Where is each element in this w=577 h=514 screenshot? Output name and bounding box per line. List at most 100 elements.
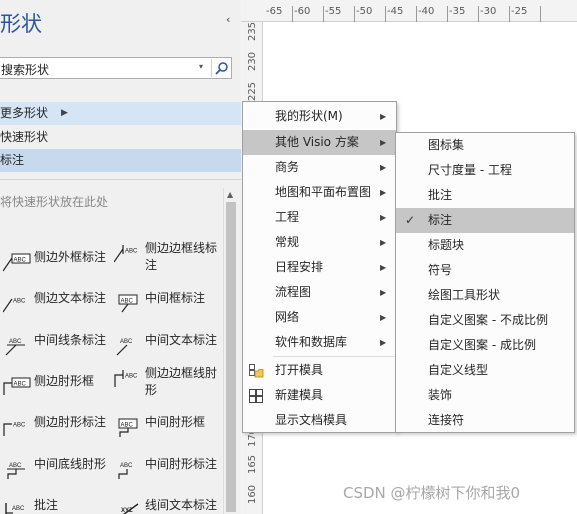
ruler-label: -55	[325, 6, 342, 17]
submenu-item-custom-patterns-scaled[interactable]: 自定义图案 - 成比例	[396, 333, 574, 358]
elbow-callout-icon: ABC	[114, 370, 138, 387]
submenu-item-connectors[interactable]: 连接符	[396, 408, 574, 433]
menu-item-network[interactable]: 网络 ▶	[243, 305, 396, 330]
submenu-item-drawing-tool-shapes[interactable]: 绘图工具形状	[396, 283, 574, 308]
search-dropdown-icon[interactable]: ▾	[199, 62, 203, 71]
ruler-label: -30	[480, 6, 497, 17]
stencil-shape-middle-text-callout[interactable]: ABC 中间文本标注	[114, 332, 224, 368]
submenu-arrow-icon: ▶	[380, 288, 387, 297]
submenu-item-custom-line-patterns[interactable]: 自定义线型	[396, 358, 574, 383]
ruler-label: 235	[247, 21, 259, 42]
menu-item-show-document-stencil[interactable]: 显示文档模具	[243, 408, 396, 433]
menu-item-business[interactable]: 商务 ▶	[243, 155, 396, 180]
stencil-row-callout[interactable]: 标注	[0, 149, 241, 172]
menu-item-schedule[interactable]: 日程安排 ▶	[243, 255, 396, 280]
horizontal-ruler: -65 -60 -55 -50 -45 -40 -35 -30 -25	[241, 0, 577, 22]
svg-text:ABC: ABC	[120, 463, 133, 469]
submenu-item-symbols[interactable]: 符号	[396, 258, 574, 283]
ruler-label: -65	[266, 6, 283, 17]
new-stencil-icon	[249, 389, 263, 403]
shapes-pane: 形状 ‹ 搜索形状 ▾ 更多形状 ▶ 快速形状 标注 将快速形状放在此处 ABC…	[0, 0, 241, 514]
stencil-shape-middle-line-callout[interactable]: ABC 中间线条标注	[3, 332, 113, 368]
scroll-up-icon[interactable]: ▲	[227, 190, 233, 199]
callout-shape-icon: ABC	[3, 253, 31, 272]
quick-shapes-label: 快速形状	[0, 130, 49, 144]
stencil-shape-middle-baseline-elbow[interactable]: ABC 中间底线肘形	[3, 456, 113, 492]
stencil-shape-label: 线间文本标注	[145, 498, 218, 512]
stencil-shape-annotation[interactable]: ABC 批注	[3, 497, 113, 514]
stencil-shape-label: 侧边边框线标注	[145, 241, 218, 272]
stencil-shape-middle-elbow-callout[interactable]: ABC 中间肘形标注	[114, 456, 224, 492]
stencil-shape-label: 侧边外框标注	[34, 250, 107, 264]
quick-shapes-drop-hint: 将快速形状放在此处	[0, 195, 109, 209]
stencil-shape-line-text-callout[interactable]: XYZ 线间文本标注	[114, 497, 224, 514]
svg-text:ABC: ABC	[12, 506, 25, 512]
callout-shape-icon: ABC	[3, 299, 26, 313]
stencil-shape-side-outer-callout[interactable]: ABC 侧边外框标注	[3, 249, 113, 285]
stencil-shape-side-elbow-callout[interactable]: ABC 侧边肘形标注	[3, 414, 113, 450]
elbow-callout-icon: ABC	[118, 463, 133, 479]
menu-item-other-visio-solutions[interactable]: 其他 Visio 方案 ▶	[243, 130, 396, 155]
elbow-callout-icon: ABC	[7, 463, 25, 479]
stencil-shape-side-elbow-box[interactable]: ABC 侧边肘形框	[3, 373, 113, 409]
callout-shape-icon: ABC	[5, 339, 25, 356]
ruler-label: 225	[247, 81, 259, 102]
stencil-shape-side-border-elbow[interactable]: ABC 侧边边框线肘形	[114, 365, 224, 401]
collapse-pane-icon[interactable]: ‹	[226, 13, 230, 26]
menu-item-my-shapes[interactable]: 我的形状(M) ▶	[243, 104, 396, 129]
ruler-label: -35	[449, 6, 466, 17]
stencil-row-label: 标注	[0, 153, 25, 167]
submenu-item-custom-patterns-unscaled[interactable]: 自定义图案 - 不成比例	[396, 308, 574, 333]
submenu-arrow-icon: ▶	[380, 163, 387, 172]
pane-divider	[0, 179, 241, 180]
stencil-shape-side-border-callout[interactable]: ABC 侧边边框线标注	[114, 240, 224, 276]
menu-item-general[interactable]: 常规 ▶	[243, 230, 396, 255]
stencil-shape-middle-box-callout[interactable]: ABC 中间框标注	[114, 290, 224, 326]
ruler-label: -50	[356, 6, 373, 17]
stencil-shape-label: 中间线条标注	[34, 333, 107, 347]
submenu-item-annotations[interactable]: 批注	[396, 183, 574, 208]
stencil-scrollbar[interactable]: ▲	[223, 188, 238, 514]
submenu-item-callouts[interactable]: ✓ 标注	[396, 208, 574, 233]
ruler-label: -40	[418, 6, 435, 17]
submenu-arrow-icon: ▶	[61, 108, 68, 118]
more-shapes-menu: 我的形状(M) ▶ 其他 Visio 方案 ▶ 商务 ▶ 地图和平面布置图 ▶ …	[242, 101, 397, 433]
submenu-item-dimensioning-engineering[interactable]: 尺寸度量 - 工程	[396, 158, 574, 183]
search-shapes-input[interactable]: 搜索形状 ▾	[0, 57, 232, 79]
ruler-label: 230	[247, 51, 259, 72]
search-button[interactable]	[211, 59, 230, 77]
submenu-arrow-icon: ▶	[380, 338, 387, 347]
stencil-shape-middle-elbow-box[interactable]: ABC 中间肘形框	[114, 414, 224, 450]
search-icon	[215, 62, 228, 75]
other-visio-solutions-submenu: 图标集 尺寸度量 - 工程 批注 ✓ 标注 标题块 符号 绘图工具形状 自定义图…	[395, 132, 575, 433]
callout-shape-icon: ABC	[114, 245, 138, 263]
scrollbar-thumb[interactable]	[226, 202, 236, 512]
ruler-label: -45	[387, 6, 404, 17]
menu-item-open-stencil[interactable]: 打开模具	[243, 358, 396, 383]
submenu-arrow-icon: ▶	[380, 213, 387, 222]
submenu-arrow-icon: ▶	[380, 112, 387, 121]
menu-separator	[273, 356, 395, 357]
search-input-text: 搜索形状	[1, 63, 50, 77]
svg-text:ABC: ABC	[9, 339, 22, 345]
check-icon: ✓	[405, 213, 416, 227]
stencil-shape-side-text-callout[interactable]: ABC 侧边文本标注	[3, 290, 113, 326]
stencil-shape-label: 侧边边框线肘形	[145, 366, 218, 397]
menu-item-new-stencil[interactable]: 新建模具	[243, 383, 396, 408]
menu-item-software-database[interactable]: 软件和数据库 ▶	[243, 330, 396, 355]
svg-text:ABC: ABC	[125, 374, 138, 380]
submenu-arrow-icon: ▶	[380, 138, 387, 147]
menu-item-engineering[interactable]: 工程 ▶	[243, 205, 396, 230]
elbow-callout-icon: ABC	[3, 423, 26, 436]
stencil-shape-label: 侧边肘形标注	[34, 415, 107, 429]
stencil-shape-label: 侧边文本标注	[34, 291, 107, 305]
menu-item-maps-floor-plans[interactable]: 地图和平面布置图 ▶	[243, 180, 396, 205]
more-shapes-row[interactable]: 更多形状 ▶	[0, 102, 241, 125]
submenu-arrow-icon: ▶	[380, 188, 387, 197]
callout-shape-icon: ABC	[116, 339, 133, 356]
submenu-item-icon-sets[interactable]: 图标集	[396, 133, 574, 158]
menu-item-flowchart[interactable]: 流程图 ▶	[243, 280, 396, 305]
submenu-item-borders-titles[interactable]: 装饰	[396, 383, 574, 408]
submenu-item-title-blocks[interactable]: 标题块	[396, 233, 574, 258]
quick-shapes-row[interactable]: 快速形状	[0, 126, 241, 149]
